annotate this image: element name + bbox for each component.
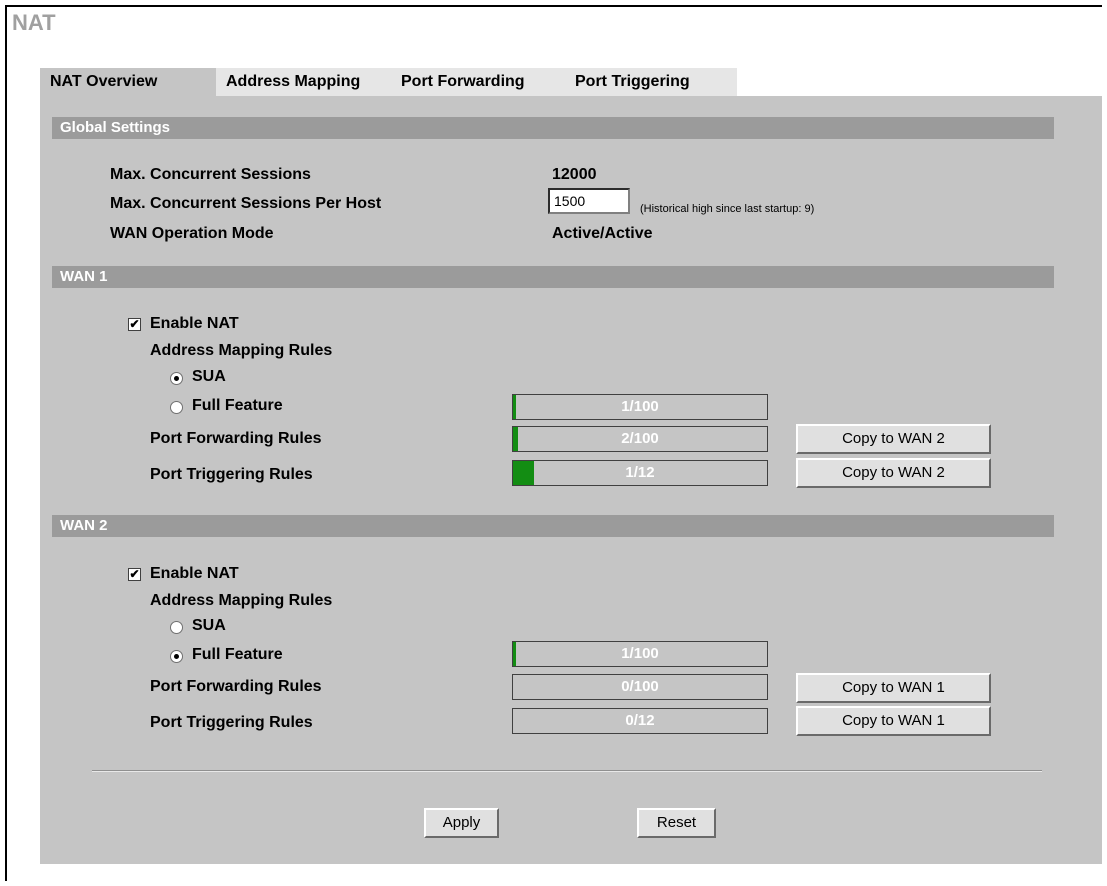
wan2-copy-port-forwarding-button[interactable]: Copy to WAN 1 — [796, 673, 991, 703]
wan1-port-forwarding-label: Port Forwarding Rules — [150, 430, 322, 447]
wan-mode-value: Active/Active — [552, 225, 653, 242]
wan2-enable-nat-label: Enable NAT — [150, 565, 239, 582]
radio-selected-dot — [174, 376, 179, 381]
usage-text: 1/12 — [625, 464, 655, 481]
tab-address-mapping[interactable]: Address Mapping — [216, 68, 391, 96]
page-title: NAT — [12, 10, 56, 35]
per-host-label: Max. Concurrent Sessions Per Host — [110, 195, 382, 212]
tab-port-forwarding[interactable]: Port Forwarding — [391, 68, 565, 96]
wan2-sua-radio[interactable] — [170, 621, 183, 634]
wan2-address-mapping-label: Address Mapping Rules — [150, 592, 333, 609]
max-sessions-value: 12000 — [552, 166, 597, 183]
reset-button[interactable]: Reset — [637, 808, 716, 838]
wan1-sua-radio[interactable] — [170, 372, 183, 385]
usage-text: 0/12 — [625, 712, 655, 729]
wan1-enable-nat-label: Enable NAT — [150, 315, 239, 332]
wan1-address-mapping-label: Address Mapping Rules — [150, 342, 333, 359]
radio-selected-dot — [174, 654, 179, 659]
wan1-full-feature-label: Full Feature — [192, 397, 283, 414]
wan-mode-label: WAN Operation Mode — [110, 225, 274, 242]
wan1-port-forwarding-usage-bar: 2/100 — [512, 426, 768, 452]
wan2-full-feature-usage-bar: 1/100 — [512, 641, 768, 667]
global-settings-header: Global Settings — [52, 117, 1054, 139]
wan1-sua-label: SUA — [192, 368, 226, 385]
max-sessions-label: Max. Concurrent Sessions — [110, 166, 311, 183]
wan1-port-triggering-usage-bar: 1/12 — [512, 460, 768, 486]
divider — [92, 770, 1042, 772]
wan2-header: WAN 2 — [52, 515, 1054, 537]
wan1-copy-port-triggering-button[interactable]: Copy to WAN 2 — [796, 458, 991, 488]
apply-button[interactable]: Apply — [424, 808, 499, 838]
per-host-note: (Historical high since last startup: 9) — [640, 203, 815, 215]
wan2-full-feature-label: Full Feature — [192, 646, 283, 663]
usage-text: 0/100 — [621, 678, 659, 695]
wan2-copy-port-triggering-button[interactable]: Copy to WAN 1 — [796, 706, 991, 736]
usage-text: 2/100 — [621, 430, 659, 447]
tab-nat-overview[interactable]: NAT Overview — [40, 68, 216, 96]
wan2-port-forwarding-usage-bar: 0/100 — [512, 674, 768, 700]
wan2-port-forwarding-label: Port Forwarding Rules — [150, 678, 322, 695]
wan2-full-feature-radio[interactable] — [170, 650, 183, 663]
wan1-full-feature-radio[interactable] — [170, 401, 183, 414]
wan1-full-feature-usage-bar: 1/100 — [512, 394, 768, 420]
usage-text: 1/100 — [621, 398, 659, 415]
per-host-input[interactable] — [548, 188, 630, 214]
usage-text: 1/100 — [621, 645, 659, 662]
wan2-port-triggering-label: Port Triggering Rules — [150, 714, 313, 731]
wan1-enable-nat-checkbox[interactable]: ✔ — [128, 318, 141, 331]
wan2-enable-nat-checkbox[interactable]: ✔ — [128, 568, 141, 581]
tab-port-triggering[interactable]: Port Triggering — [565, 68, 737, 96]
wan1-port-triggering-label: Port Triggering Rules — [150, 466, 313, 483]
wan2-port-triggering-usage-bar: 0/12 — [512, 708, 768, 734]
wan1-copy-port-forwarding-button[interactable]: Copy to WAN 2 — [796, 424, 991, 454]
wan2-sua-label: SUA — [192, 617, 226, 634]
tab-bar: NAT Overview Address Mapping Port Forwar… — [40, 68, 737, 96]
wan1-header: WAN 1 — [52, 266, 1054, 288]
